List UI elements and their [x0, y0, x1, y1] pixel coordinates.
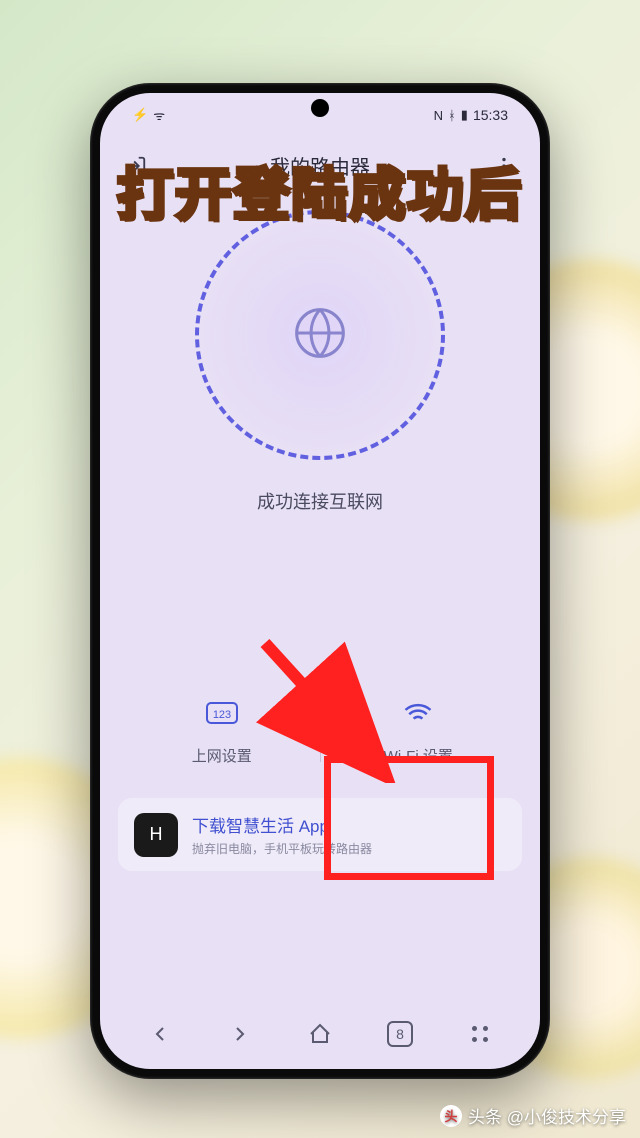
- connection-circle: [195, 210, 445, 460]
- home-button[interactable]: [300, 1014, 340, 1054]
- watermark-icon: 头: [440, 1105, 462, 1127]
- internet-settings-icon: 123: [205, 698, 239, 733]
- battery-icon: ▮: [461, 107, 468, 123]
- back-button[interactable]: [140, 1014, 180, 1054]
- camera-punch-icon: [311, 99, 329, 117]
- menu-button[interactable]: [460, 1014, 500, 1054]
- bluetooth-icon: ᚼ: [448, 108, 456, 123]
- app-icon: H: [134, 813, 178, 857]
- browser-bottom-nav: 8: [100, 999, 540, 1069]
- phone-frame: ⚡ ᯤ N ᚼ ▮ 15:33 我的路由器: [90, 83, 550, 1079]
- tab-count: 8: [387, 1021, 413, 1047]
- svg-text:123: 123: [213, 709, 231, 721]
- clock-time: 15:33: [473, 107, 508, 123]
- carrier-icon: ⚡: [132, 107, 148, 123]
- arrow-annotation-icon: [245, 623, 405, 783]
- wifi-status-icon: ᯤ: [153, 106, 165, 124]
- internet-settings-label: 上网设置: [192, 745, 252, 766]
- tabs-button[interactable]: 8: [380, 1014, 420, 1054]
- wifi-settings-icon: [401, 698, 435, 733]
- connection-section: 成功连接互联网: [100, 194, 540, 544]
- nfc-icon: N: [434, 108, 443, 123]
- phone-screen: ⚡ ᯤ N ᚼ ▮ 15:33 我的路由器: [100, 93, 540, 1069]
- watermark: 头 头条 @小俊技术分享: [440, 1103, 626, 1128]
- instruction-caption: 打开登陆成功后: [117, 150, 523, 231]
- connection-status-text: 成功连接互联网: [257, 488, 383, 514]
- watermark-text: 头条 @小俊技术分享: [468, 1103, 626, 1128]
- forward-button[interactable]: [220, 1014, 260, 1054]
